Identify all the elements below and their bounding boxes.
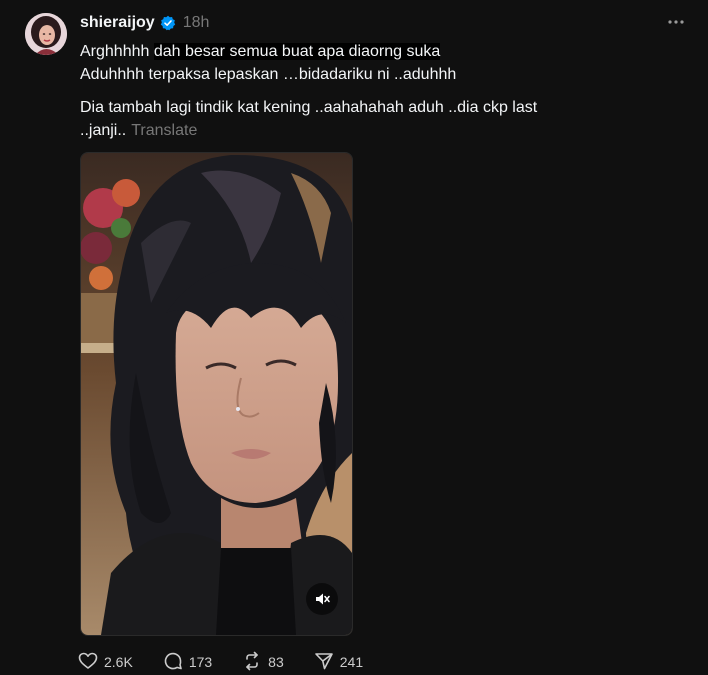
more-options-icon[interactable] [664, 10, 688, 34]
share-button[interactable]: 241 [314, 651, 363, 674]
comment-bubble-icon [163, 651, 189, 674]
thread-post: shieraijoy 18h Arghhhhh dah besar semua … [0, 0, 708, 675]
repost-button[interactable]: 83 [242, 651, 284, 674]
heart-icon [78, 651, 104, 674]
video-player[interactable] [80, 152, 353, 636]
post-text-paragraph-2: Dia tambah lagi tindik kat kening ..aaha… [80, 96, 620, 142]
muted-speaker-icon[interactable] [306, 583, 338, 615]
send-icon [314, 651, 340, 674]
post-text-line-1: Arghhhhh dah besar semua buat apa diaorn… [80, 40, 620, 63]
reply-count: 173 [188, 654, 213, 670]
post-text-line-1-start: Arghhhhh [80, 43, 154, 60]
verified-badge-icon [160, 15, 176, 31]
repost-count: 83 [268, 654, 284, 670]
post-text-line-2: Aduhhhh terpaksa lepaskan …bidadariku ni… [80, 66, 457, 83]
like-count: 2.6K [104, 654, 133, 670]
username[interactable]: shieraijoy [80, 14, 155, 32]
repost-icon [242, 651, 268, 674]
post-actions: 2.6K 173 83 241 [78, 651, 393, 673]
translate-link[interactable]: Translate [131, 122, 197, 139]
post-text: Arghhhhh dah besar semua buat apa diaorn… [80, 40, 620, 142]
post-timestamp: 18h [182, 14, 210, 31]
post-header: shieraijoy 18h [80, 12, 209, 34]
avatar[interactable] [25, 13, 67, 55]
share-count: 241 [339, 654, 364, 670]
reply-button[interactable]: 173 [163, 651, 212, 674]
like-button[interactable]: 2.6K [78, 651, 133, 674]
post-text-highlighted: dah besar semua buat apa diaorng suka [153, 43, 441, 60]
